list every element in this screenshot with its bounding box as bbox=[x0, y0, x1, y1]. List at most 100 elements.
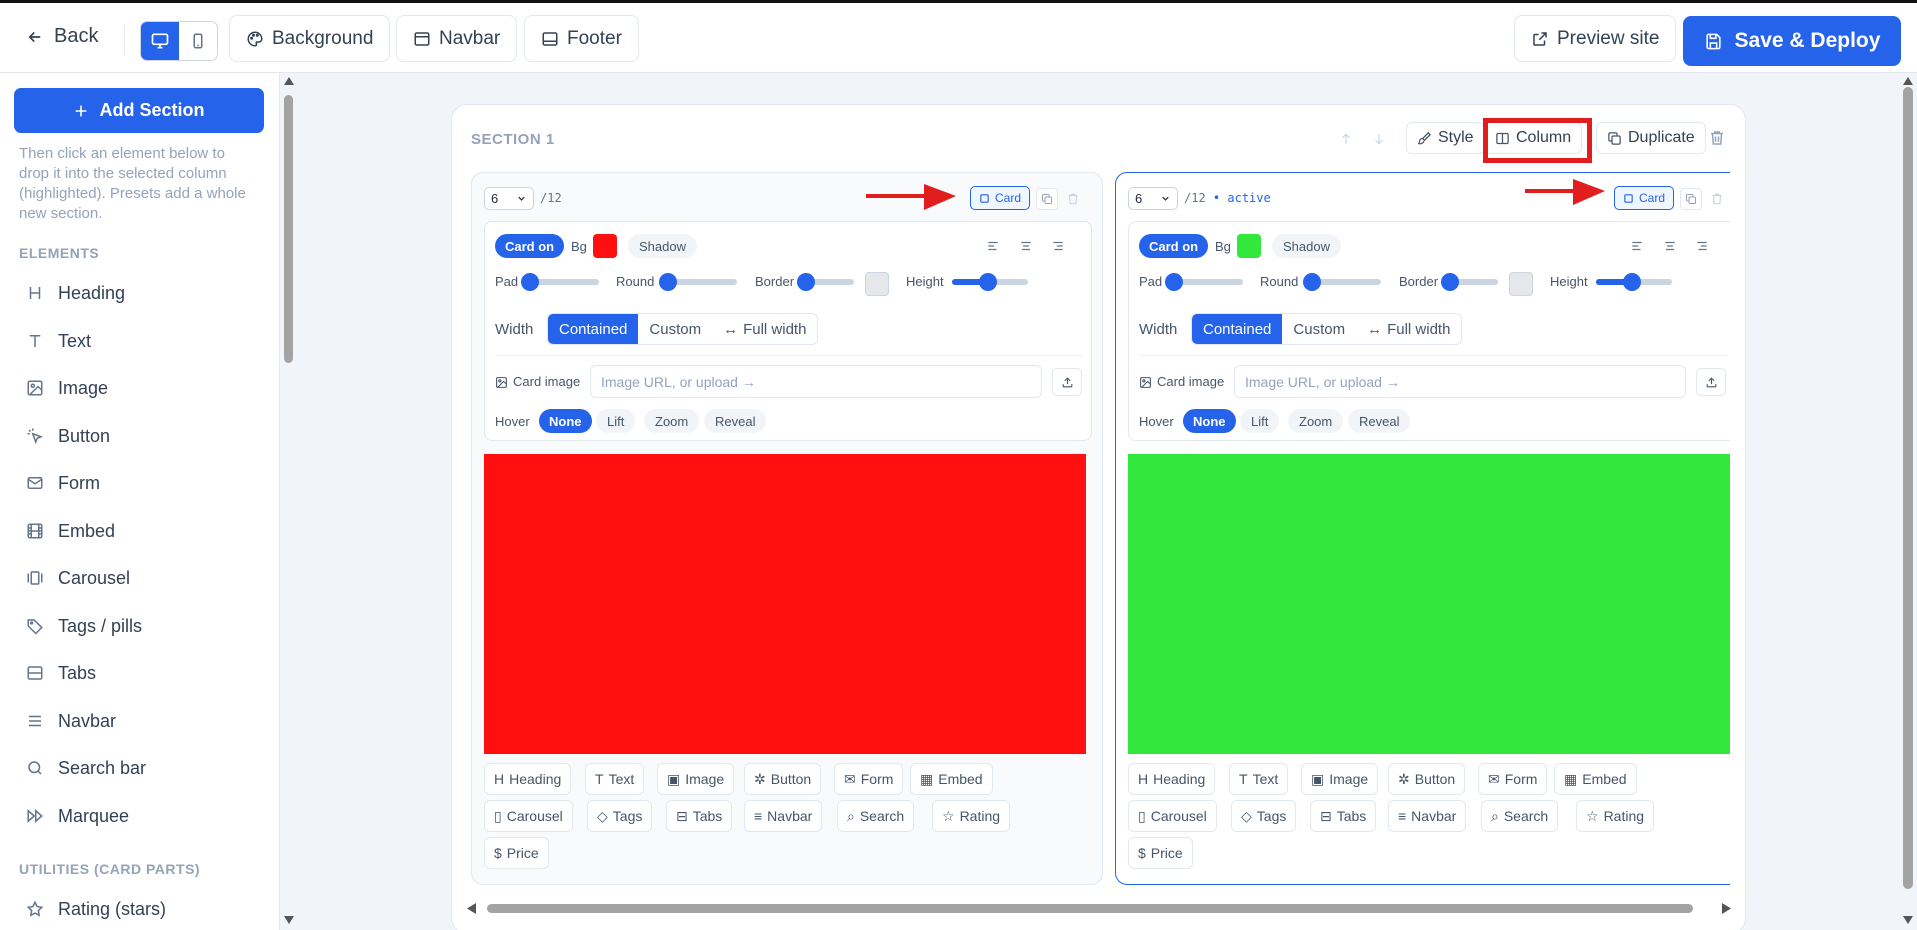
align-right-icon[interactable] bbox=[1695, 239, 1709, 253]
section-card[interactable]: SECTION 1 Style Column Duplicate 6 /12 C… bbox=[451, 104, 1746, 930]
card-toggle-button[interactable]: Card bbox=[1614, 186, 1675, 210]
border-slider[interactable] bbox=[797, 273, 854, 291]
add-heading-chip[interactable]: H Heading bbox=[1128, 763, 1216, 795]
column-span-select[interactable]: 6 bbox=[1128, 187, 1178, 210]
round-slider[interactable] bbox=[659, 273, 737, 291]
sidebar-item-text[interactable]: Text bbox=[26, 326, 91, 356]
add-text-chip[interactable]: T Text bbox=[1229, 763, 1289, 795]
width-full-option[interactable]: ↔ Full width bbox=[1356, 314, 1461, 344]
preview-site-button[interactable]: Preview site bbox=[1514, 15, 1677, 62]
add-image-chip[interactable]: ▣ Image bbox=[657, 763, 735, 795]
add-text-chip[interactable]: T Text bbox=[585, 763, 645, 795]
border-slider[interactable] bbox=[1441, 273, 1498, 291]
horizontal-scrollbar[interactable] bbox=[467, 901, 1732, 915]
duplicate-column-button[interactable] bbox=[1036, 188, 1058, 210]
card-image-input[interactable]: Image URL, or upload → bbox=[1234, 365, 1686, 398]
add-search-chip[interactable]: ⌕ Search bbox=[1481, 800, 1559, 832]
upload-button[interactable] bbox=[1052, 368, 1082, 396]
trash-icon[interactable] bbox=[1066, 192, 1080, 206]
add-navbar-chip[interactable]: ≡ Navbar bbox=[1388, 800, 1467, 832]
align-center-icon[interactable] bbox=[1663, 239, 1677, 253]
navbar-button[interactable]: Navbar bbox=[396, 15, 518, 62]
hover-lift-option[interactable]: Lift bbox=[1240, 409, 1280, 433]
hover-zoom-option[interactable]: Zoom bbox=[1288, 409, 1344, 433]
sidebar-scrollbar-thumb[interactable] bbox=[284, 95, 293, 363]
pad-slider[interactable] bbox=[521, 273, 599, 291]
column-2[interactable]: 6 /12 • active Card Card on Bg Shadow Pa… bbox=[1115, 172, 1730, 885]
bg-color-swatch[interactable] bbox=[1237, 234, 1261, 258]
column-1[interactable]: 6 /12 Card Card on Bg Shadow Pad Round B… bbox=[471, 172, 1103, 885]
slider-knob[interactable] bbox=[659, 273, 677, 291]
slider-knob[interactable] bbox=[1165, 273, 1183, 291]
height-slider[interactable] bbox=[1596, 273, 1672, 291]
footer-button[interactable]: Footer bbox=[524, 15, 639, 62]
add-section-button[interactable]: Add Section bbox=[14, 88, 264, 133]
slider-knob[interactable] bbox=[797, 273, 815, 291]
shadow-toggle[interactable]: Shadow bbox=[1272, 234, 1341, 258]
align-left-icon[interactable] bbox=[986, 239, 1000, 253]
add-carousel-chip[interactable]: ▯ Carousel bbox=[1128, 800, 1217, 832]
add-tabs-chip[interactable]: ⊟ Tabs bbox=[666, 800, 733, 832]
page-scrollbar-thumb[interactable] bbox=[1903, 87, 1913, 889]
add-navbar-chip[interactable]: ≡ Navbar bbox=[744, 800, 823, 832]
width-contained-option[interactable]: Contained bbox=[1192, 314, 1283, 344]
sidebar-item-marquee[interactable]: Marquee bbox=[26, 801, 129, 831]
hover-lift-option[interactable]: Lift bbox=[596, 409, 636, 433]
add-heading-chip[interactable]: H Heading bbox=[484, 763, 572, 795]
sidebar-item-carousel[interactable]: Carousel bbox=[26, 563, 130, 593]
card-color-block[interactable] bbox=[484, 454, 1086, 754]
sidebar-item-heading[interactable]: Heading bbox=[26, 278, 125, 308]
back-button[interactable]: Back bbox=[26, 25, 98, 48]
page-scrollbar[interactable] bbox=[1899, 73, 1917, 930]
upload-button[interactable] bbox=[1696, 368, 1726, 396]
shadow-toggle[interactable]: Shadow bbox=[628, 234, 697, 258]
desktop-view-button[interactable] bbox=[141, 22, 179, 60]
align-right-icon[interactable] bbox=[1051, 239, 1065, 253]
sidebar-item-navbar[interactable]: Navbar bbox=[26, 706, 116, 736]
add-image-chip[interactable]: ▣ Image bbox=[1301, 763, 1379, 795]
hover-none-option[interactable]: None bbox=[1183, 409, 1236, 433]
card-on-toggle[interactable]: Card on bbox=[495, 234, 565, 258]
border-color-swatch[interactable] bbox=[865, 272, 889, 296]
hover-zoom-option[interactable]: Zoom bbox=[644, 409, 700, 433]
save-deploy-button[interactable]: Save & Deploy bbox=[1683, 16, 1901, 66]
round-slider[interactable] bbox=[1303, 273, 1381, 291]
style-button[interactable]: Style bbox=[1406, 122, 1485, 154]
sidebar-scrollbar[interactable] bbox=[282, 73, 296, 930]
width-custom-option[interactable]: Custom bbox=[638, 314, 712, 344]
sidebar-item-image[interactable]: Image bbox=[26, 373, 108, 403]
sidebar-item-form[interactable]: Form bbox=[26, 468, 100, 498]
mobile-view-button[interactable] bbox=[179, 22, 217, 60]
card-color-block[interactable] bbox=[1128, 454, 1730, 754]
add-price-chip[interactable]: $ Price bbox=[1128, 837, 1193, 869]
add-tags-chip[interactable]: ◇ Tags bbox=[1231, 800, 1297, 832]
add-form-chip[interactable]: ✉ Form bbox=[1478, 763, 1548, 795]
slider-knob[interactable] bbox=[1441, 273, 1459, 291]
column-span-select[interactable]: 6 bbox=[484, 187, 534, 210]
bg-color-swatch[interactable] bbox=[593, 234, 617, 258]
add-button-chip[interactable]: ✲ Button bbox=[744, 763, 822, 795]
sidebar-item-embed[interactable]: Embed bbox=[26, 516, 115, 546]
card-toggle-button[interactable]: Card bbox=[970, 186, 1031, 210]
card-image-input[interactable]: Image URL, or upload → bbox=[590, 365, 1042, 398]
add-button-chip[interactable]: ✲ Button bbox=[1388, 763, 1466, 795]
add-embed-chip[interactable]: ▦ Embed bbox=[1554, 763, 1637, 795]
slider-knob[interactable] bbox=[1303, 273, 1321, 291]
pad-slider[interactable] bbox=[1165, 273, 1243, 291]
duplicate-column-button[interactable] bbox=[1680, 188, 1702, 210]
slider-knob[interactable] bbox=[979, 273, 997, 291]
hover-none-option[interactable]: None bbox=[539, 409, 592, 433]
align-center-icon[interactable] bbox=[1019, 239, 1033, 253]
width-full-option[interactable]: ↔ Full width bbox=[712, 314, 817, 344]
border-color-swatch[interactable] bbox=[1509, 272, 1533, 296]
sidebar-item-button[interactable]: Button bbox=[26, 421, 110, 451]
add-rating-chip[interactable]: ☆ Rating bbox=[932, 800, 1011, 832]
height-slider[interactable] bbox=[952, 273, 1028, 291]
duplicate-button[interactable]: Duplicate bbox=[1596, 122, 1706, 154]
sidebar-item-rating[interactable]: Rating (stars) bbox=[26, 894, 166, 924]
width-contained-option[interactable]: Contained bbox=[548, 314, 639, 344]
trash-icon[interactable] bbox=[1710, 192, 1724, 206]
add-rating-chip[interactable]: ☆ Rating bbox=[1576, 800, 1655, 832]
add-embed-chip[interactable]: ▦ Embed bbox=[910, 763, 993, 795]
background-button[interactable]: Background bbox=[229, 15, 391, 62]
